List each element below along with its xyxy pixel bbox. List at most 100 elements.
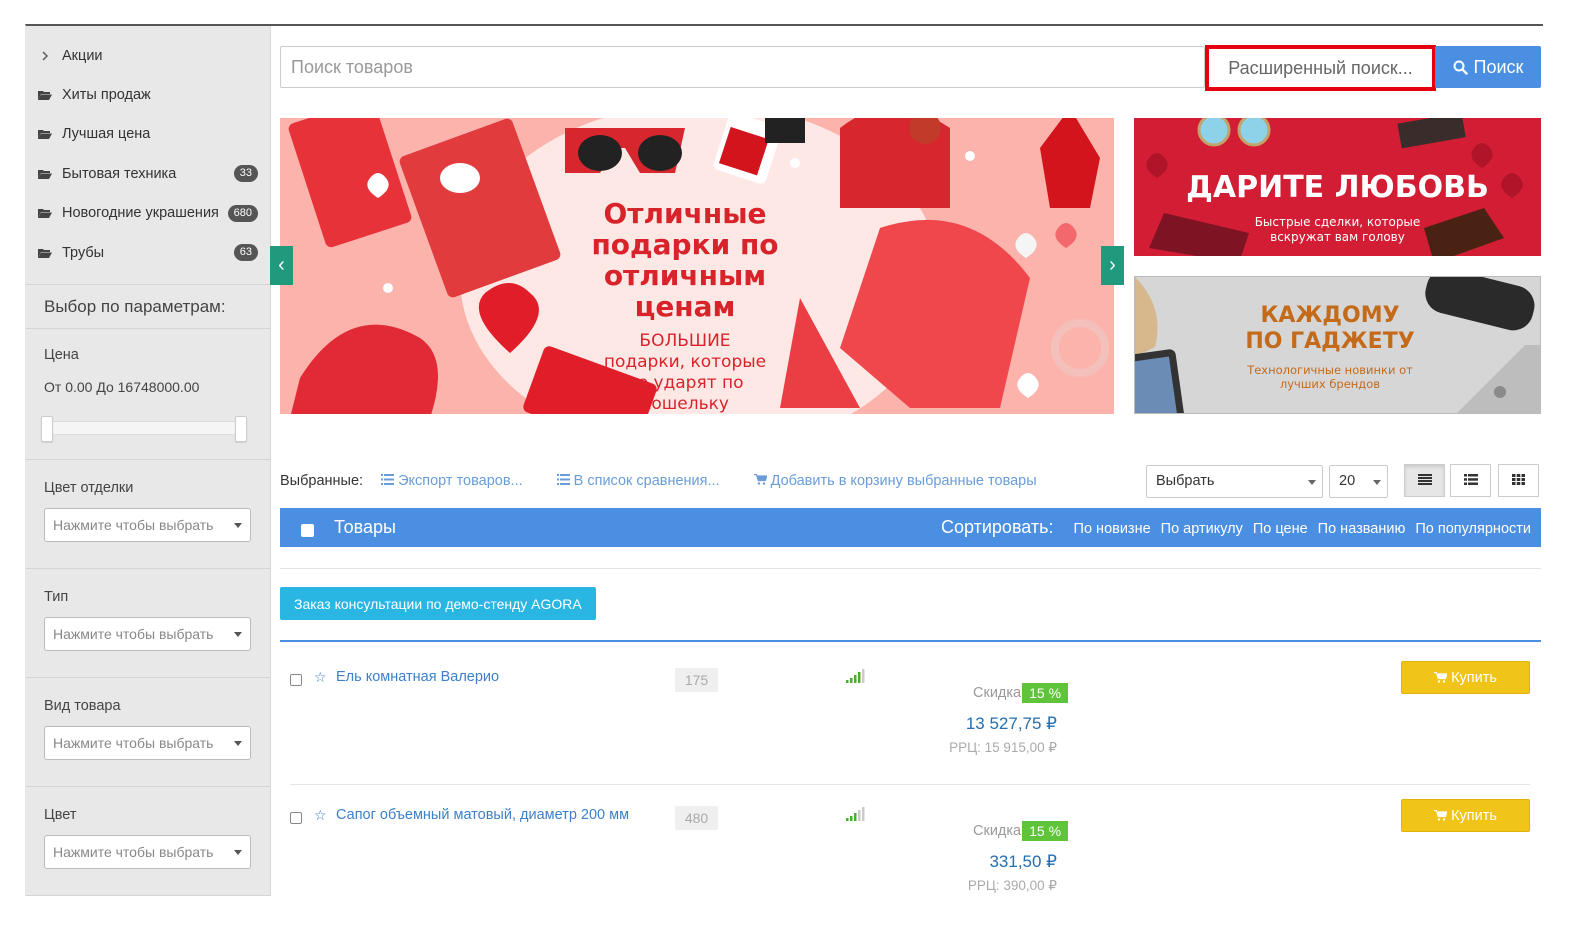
- carousel-next-button[interactable]: ›: [1101, 246, 1124, 285]
- banner-love-subtitle-line: Быстрые сделки, которые: [1254, 215, 1421, 229]
- product-rrp: РРЦ: 390,00 ₽: [967, 878, 1057, 893]
- sidebar-item-label: Лучшая цена: [62, 126, 151, 143]
- finish-color-dropdown[interactable]: Нажмите чтобы выбрать: [44, 508, 251, 543]
- sidebar-item-label: Бытовая техника: [62, 165, 177, 182]
- promo-banner-love[interactable]: ДАРИТЕ ЛЮБОВЬ Быстрые сделки, которые вс…: [1134, 118, 1541, 256]
- product-checkbox[interactable]: [290, 674, 302, 686]
- type-dropdown[interactable]: Нажмите чтобы выбрать: [44, 617, 251, 652]
- sort-by-popularity[interactable]: По популярности: [1415, 521, 1531, 537]
- product-name-link[interactable]: Ель комнатная Валерио: [336, 669, 499, 685]
- count-badge: 63: [233, 244, 258, 262]
- search-input[interactable]: Поиск товаров: [280, 46, 1205, 88]
- divider: [280, 568, 1541, 569]
- sidebar-item-new-year-decor[interactable]: Новогодние украшения 680: [26, 194, 270, 233]
- filter-label: Вид товара: [44, 698, 121, 715]
- banner-subtitle-line: БОЛЬШИЕ: [639, 331, 731, 351]
- consultation-order-button[interactable]: Заказ консультации по демо-стенду AGORA: [280, 587, 596, 620]
- stock-level-icon: [846, 807, 866, 824]
- promo-banner-carousel[interactable]: Отличные подарки по отличным ценам БОЛЬШ…: [280, 118, 1114, 414]
- chevron-right-icon: [34, 51, 56, 61]
- discount-info: Скидка 15 %: [973, 821, 1069, 841]
- sort-by-article[interactable]: По артикулу: [1161, 521, 1243, 537]
- buy-button-label: Купить: [1451, 807, 1497, 824]
- add-selected-to-cart-label: Добавить в корзину выбранные товары: [770, 473, 1037, 489]
- price-filter: Цена От 0.00 До 16748000.00: [26, 329, 270, 459]
- add-to-compare-label: В список сравнения...: [573, 473, 720, 489]
- count-badge: 33: [233, 165, 258, 183]
- dropdown-placeholder: Нажмите чтобы выбрать: [53, 517, 214, 534]
- bulk-action-value: Выбрать: [1156, 473, 1215, 489]
- sidebar-item-best-price[interactable]: Лучшая цена: [26, 115, 270, 154]
- carousel-prev-button[interactable]: ‹: [270, 246, 293, 285]
- folder-open-icon: [34, 168, 56, 180]
- star-icon[interactable]: ☆: [314, 669, 327, 686]
- folder-open-icon: [34, 207, 56, 219]
- banner-headline-line: отличным: [603, 259, 767, 292]
- add-selected-to-cart-link[interactable]: Добавить в корзину выбранные товары: [753, 473, 1037, 489]
- product-price: 13 527,75 ₽: [965, 714, 1057, 733]
- price-slider-max-handle[interactable]: [235, 416, 247, 443]
- sidebar-item-appliances[interactable]: Бытовая техника 33: [26, 154, 270, 193]
- product-quantity-badge: 175: [675, 668, 718, 692]
- add-to-compare-link[interactable]: В список сравнения...: [556, 473, 720, 489]
- price-slider[interactable]: [41, 416, 247, 443]
- sort-label: Сортировать:: [941, 517, 1054, 537]
- cart-icon: [1434, 810, 1448, 821]
- banner-gadgets-title-line: КАЖДОМУ: [1260, 303, 1400, 328]
- sidebar-item-bestsellers[interactable]: Хиты продаж: [26, 75, 270, 114]
- banner-subtitle-line: подарки, которые: [603, 352, 767, 372]
- per-page-select[interactable]: 20: [1329, 464, 1388, 498]
- caret-down-icon: [234, 850, 242, 856]
- view-list-button[interactable]: [1404, 464, 1445, 497]
- sort-by-name[interactable]: По названию: [1318, 521, 1406, 537]
- app-frame: Акции Хиты продаж Лучшая цена Бытовая те…: [25, 24, 1543, 896]
- divider: [26, 895, 270, 896]
- product-row: ☆ Сапог объемный матовый, диаметр 200 мм…: [290, 799, 1530, 896]
- sort-by-price[interactable]: По цене: [1253, 521, 1308, 537]
- per-page-value: 20: [1339, 473, 1356, 489]
- sidebar-item-label: Трубы: [62, 244, 105, 261]
- main-content: Поиск товаров Расширенный поиск... Поиск: [270, 26, 1541, 896]
- color-dropdown[interactable]: Нажмите чтобы выбрать: [44, 835, 251, 870]
- filter-label: Цвет: [44, 807, 77, 824]
- banner-love-subtitle-line: вскружат вам голову: [1270, 230, 1405, 244]
- filter-product-kind: Вид товара Нажмите чтобы выбрать: [26, 678, 270, 786]
- product-rrp: РРЦ: 15 915,00 ₽: [949, 740, 1057, 755]
- product-kind-dropdown[interactable]: Нажмите чтобы выбрать: [44, 726, 251, 761]
- product-checkbox[interactable]: [290, 812, 302, 824]
- view-grid-button[interactable]: [1498, 464, 1539, 497]
- product-name-link[interactable]: Сапог объемный матовый, диаметр 200 мм: [336, 807, 629, 823]
- banner-subtitle-line: кошельку: [641, 394, 729, 414]
- sidebar-item-label: Хиты продаж: [62, 87, 151, 104]
- caret-down-icon: [1308, 479, 1316, 485]
- discount-info: Скидка 15 %: [973, 683, 1069, 703]
- dropdown-placeholder: Нажмите чтобы выбрать: [53, 735, 214, 752]
- selection-toolbar: Выбранные: Экспорт товаров... В список с…: [280, 464, 1541, 498]
- star-icon[interactable]: ☆: [314, 807, 327, 824]
- table-view-icon: [1463, 473, 1478, 489]
- banner-love-subtitle: Быстрые сделки, которые вскружат вам гол…: [1134, 215, 1541, 245]
- banner-gadgets-subtitle: Технологичные новинки от лучших брендов: [1215, 363, 1445, 391]
- sidebar-item-promotions[interactable]: Акции: [26, 36, 270, 75]
- buy-button[interactable]: Купить: [1401, 799, 1530, 832]
- price-label: Цена: [44, 347, 79, 364]
- buy-button[interactable]: Купить: [1401, 661, 1530, 694]
- sort-by-newest[interactable]: По новизне: [1074, 521, 1151, 537]
- advanced-search-button[interactable]: Расширенный поиск...: [1205, 45, 1436, 91]
- folder-open-icon: [34, 89, 56, 101]
- caret-down-icon: [234, 523, 242, 529]
- search-button[interactable]: Поиск: [1435, 46, 1541, 88]
- price-slider-min-handle[interactable]: [41, 416, 53, 443]
- view-table-button[interactable]: [1450, 464, 1491, 497]
- export-products-link[interactable]: Экспорт товаров...: [381, 473, 523, 489]
- dropdown-placeholder: Нажмите чтобы выбрать: [53, 626, 214, 643]
- promo-banner-gadgets[interactable]: КАЖДОМУ ПО ГАДЖЕТУ Технологичные новинки…: [1134, 276, 1541, 414]
- sidebar-item-pipes[interactable]: Трубы 63: [26, 233, 270, 272]
- stock-level-icon: [846, 669, 866, 686]
- divider: [290, 784, 1530, 785]
- bulk-action-select[interactable]: Выбрать: [1146, 464, 1323, 498]
- dropdown-placeholder: Нажмите чтобы выбрать: [53, 844, 214, 861]
- banner-love-title: ДАРИТЕ ЛЮБОВЬ: [1186, 170, 1489, 205]
- filter-label: Тип: [44, 589, 69, 606]
- select-all-checkbox[interactable]: [301, 524, 314, 537]
